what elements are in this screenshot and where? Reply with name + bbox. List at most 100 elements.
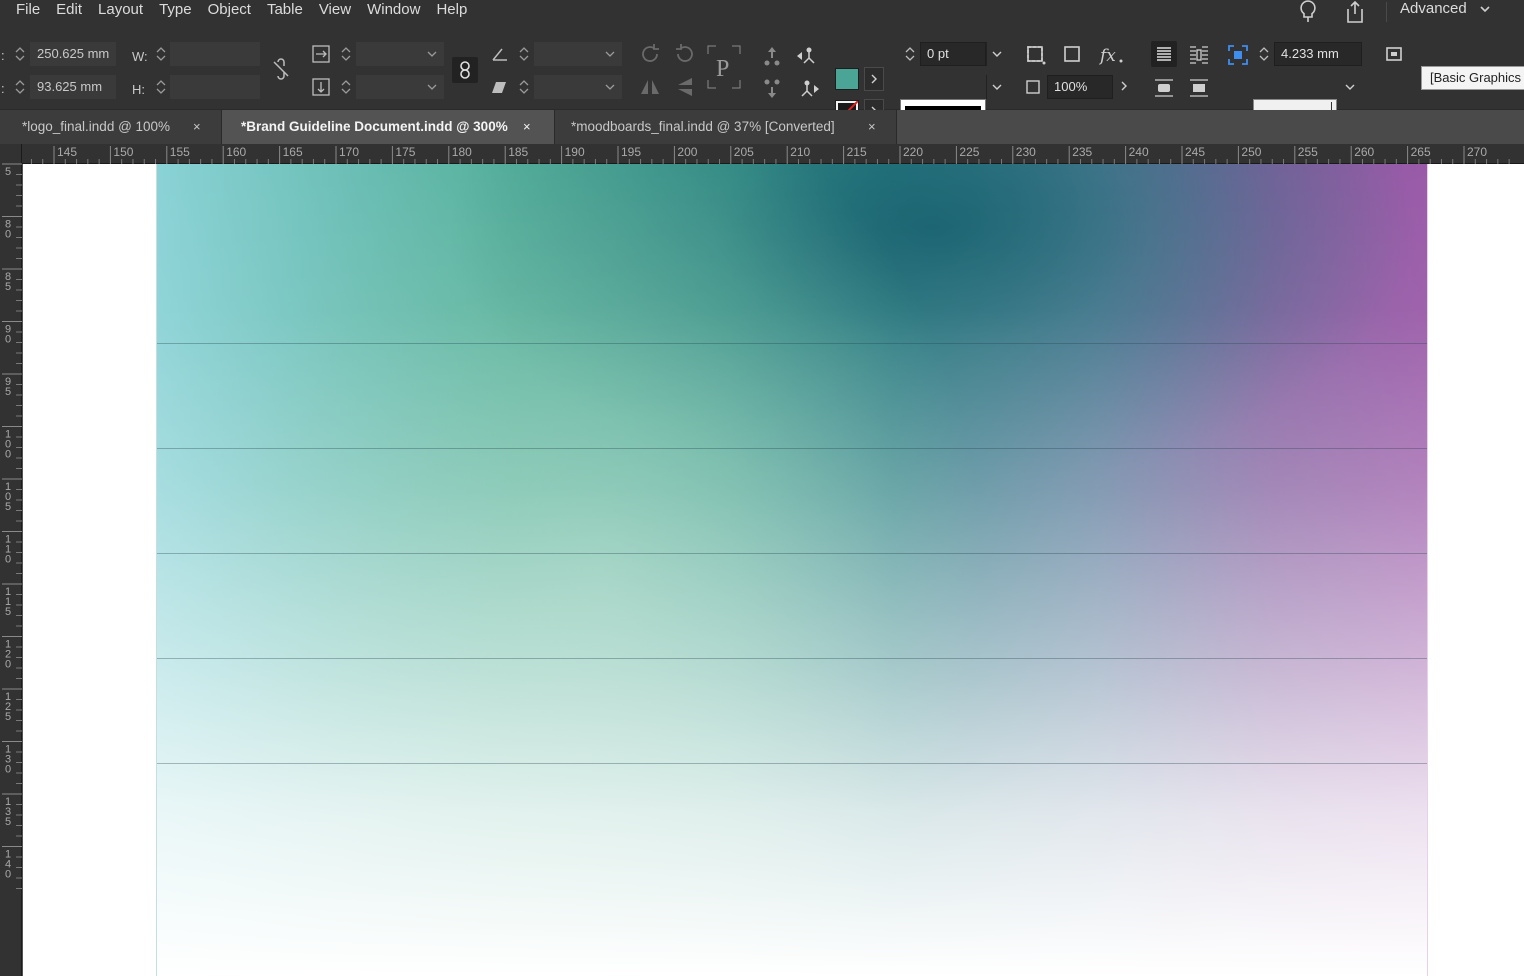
effects-fx-icon[interactable]: fx — [1097, 44, 1125, 66]
offset-field[interactable]: 4.233 mm — [1274, 42, 1362, 66]
chevron-down-icon[interactable] — [602, 81, 618, 93]
width-stepper-icon[interactable] — [153, 42, 169, 66]
x-stepper-icon[interactable] — [12, 42, 28, 66]
menu-file[interactable]: File — [0, 0, 48, 24]
gradient-rectangle-frame[interactable] — [156, 164, 1428, 976]
ruler-guide[interactable] — [157, 553, 1427, 554]
stroke-weight-field[interactable]: 0 pt — [920, 42, 986, 66]
x-position-field[interactable]: 250.625 mm — [30, 42, 116, 66]
frame-corner-icon[interactable] — [1061, 44, 1085, 66]
offset-stepper-icon[interactable] — [1256, 42, 1272, 66]
chevron-down-icon[interactable] — [1478, 2, 1492, 16]
ruler-guide[interactable] — [157, 448, 1427, 449]
height-label: H: — [132, 82, 145, 97]
fill-menu-button[interactable] — [864, 67, 884, 91]
ruler-guide[interactable] — [157, 343, 1427, 344]
ruler-label: 0 — [5, 869, 11, 881]
ruler-label: 155 — [170, 145, 190, 159]
text-wrap-dropdown[interactable] — [1340, 75, 1360, 99]
close-icon[interactable]: × — [523, 110, 531, 144]
menu-window[interactable]: Window — [359, 0, 428, 24]
document-canvas[interactable] — [23, 164, 1524, 976]
tab-brand-guideline-document[interactable]: *Brand Guideline Document.indd @ 300% × — [222, 110, 555, 144]
ruler-label: 250 — [1241, 145, 1261, 159]
fill-swatch[interactable] — [835, 68, 859, 90]
stroke-weight-dropdown[interactable] — [986, 42, 1006, 66]
menu-table[interactable]: Table — [259, 0, 311, 24]
y-position-field[interactable]: 93.625 mm — [30, 75, 116, 99]
select-container-icon[interactable] — [760, 44, 784, 68]
horizontal-ruler-ticks: 145 150 155 160 165 170 175 180 185 190 195 200 205 2… — [30, 145, 1510, 164]
menu-layout[interactable]: Layout — [90, 0, 151, 24]
object-style-select[interactable]: [Basic Graphics Frame] — [1421, 66, 1524, 90]
drop-shadow-icon[interactable] — [1024, 44, 1048, 66]
tab-label: *logo_final.indd @ 100% — [22, 119, 171, 134]
rotate-stepper-icon[interactable] — [516, 42, 532, 66]
ruler-guide[interactable] — [157, 763, 1427, 764]
vertical-ruler[interactable]: 580859095100105110115120125130135140 — [0, 144, 22, 976]
close-icon[interactable]: × — [868, 110, 876, 144]
chevron-down-icon — [1345, 84, 1355, 90]
flip-horizontal-icon[interactable] — [638, 75, 662, 99]
wrap-bounding-box-icon[interactable] — [1188, 44, 1210, 66]
select-next-object-icon[interactable] — [795, 77, 821, 101]
scale-x-stepper-icon[interactable] — [338, 42, 354, 66]
ruler-label: 225 — [959, 145, 979, 159]
reference-point-icon[interactable]: P — [706, 44, 742, 90]
constrain-scale-button[interactable] — [452, 57, 478, 83]
tab-logo-final[interactable]: *logo_final.indd @ 100% × — [0, 110, 222, 144]
ruler-guide[interactable] — [157, 658, 1427, 659]
lightbulb-icon[interactable] — [1296, 0, 1320, 24]
workspace-switcher[interactable]: Advanced — [1400, 0, 1467, 24]
share-icon[interactable] — [1342, 0, 1368, 24]
ruler-label: 220 — [903, 145, 923, 159]
chevron-down-icon[interactable] — [602, 48, 618, 60]
ruler-label: 0 — [5, 334, 11, 346]
jump-object-icon[interactable] — [1188, 77, 1210, 99]
opacity-field[interactable]: 100% — [1047, 75, 1113, 99]
chevron-down-icon[interactable] — [424, 48, 440, 60]
wrap-object-shape-icon[interactable] — [1153, 77, 1175, 99]
opacity-slider-button[interactable] — [1114, 75, 1134, 99]
height-field[interactable] — [170, 75, 260, 99]
height-stepper-icon[interactable] — [153, 75, 169, 99]
ruler-label: 5 — [5, 816, 11, 828]
ruler-label: 145 — [57, 145, 77, 159]
text-wrap-none-icon — [1157, 47, 1171, 61]
svg-text:P: P — [716, 56, 729, 82]
rotate-clockwise-icon[interactable] — [638, 42, 662, 66]
width-field[interactable] — [170, 42, 260, 66]
unlink-proportions-icon[interactable] — [270, 58, 292, 80]
ruler-label: 205 — [734, 145, 754, 159]
auto-fit-icon[interactable] — [1227, 44, 1249, 66]
object-style-icon[interactable] — [1384, 44, 1406, 66]
gradient-fade-layer — [157, 164, 1427, 976]
vertical-ruler-ticks: 580859095100105110115120125130135140 — [2, 163, 22, 889]
ruler-label: 170 — [339, 145, 359, 159]
ruler-label: 165 — [283, 145, 303, 159]
menu-view[interactable]: View — [311, 0, 359, 24]
menu-edit[interactable]: Edit — [48, 0, 90, 24]
y-stepper-icon[interactable] — [12, 75, 28, 99]
scale-y-stepper-icon[interactable] — [338, 75, 354, 99]
horizontal-ruler[interactable]: 145 150 155 160 165 170 175 180 185 190 195 200 205 2… — [22, 144, 1524, 164]
menu-type[interactable]: Type — [151, 0, 200, 24]
rotate-counterclockwise-icon[interactable] — [673, 42, 697, 66]
menu-object[interactable]: Object — [200, 0, 259, 24]
select-content-icon[interactable] — [760, 77, 784, 101]
no-text-wrap-button[interactable] — [1151, 41, 1177, 67]
x-label-colon: : — [1, 48, 5, 63]
shear-stepper-icon[interactable] — [516, 75, 532, 99]
tab-moodboards-final[interactable]: *moodboards_final.indd @ 37% [Converted]… — [555, 110, 897, 144]
tab-label: *Brand Guideline Document.indd @ 300% — [241, 119, 508, 134]
flip-vertical-icon[interactable] — [673, 75, 697, 99]
chevron-right-icon — [1121, 81, 1127, 91]
ruler-label: 0 — [5, 554, 11, 566]
menu-help[interactable]: Help — [428, 0, 475, 24]
ruler-label: 5 — [5, 606, 11, 618]
stroke-type-dropdown[interactable] — [986, 75, 1006, 99]
chevron-down-icon[interactable] — [424, 81, 440, 93]
close-icon[interactable]: × — [193, 110, 201, 144]
stroke-weight-stepper-icon[interactable] — [902, 42, 918, 66]
select-previous-object-icon[interactable] — [795, 44, 821, 68]
